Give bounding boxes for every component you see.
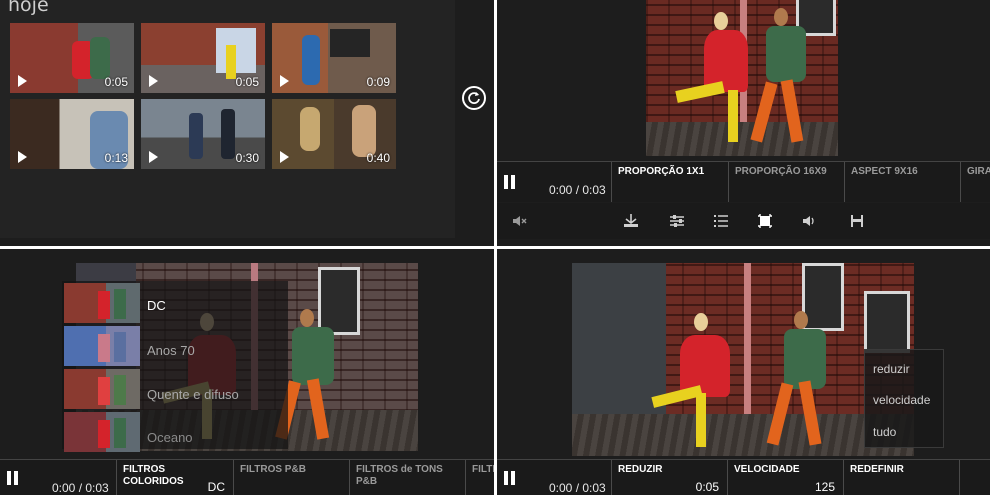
video-duration: 0:30: [235, 151, 259, 165]
playback-time: 0:00 / 0:03: [52, 481, 109, 495]
pause-icon[interactable]: [504, 175, 515, 189]
filter-editor-panel: DC Anos 70 Quente e difuso Oceano 0:00 /…: [0, 249, 494, 495]
video-thumbnail-6[interactable]: 0:40: [272, 99, 396, 169]
play-icon: [18, 151, 27, 163]
option-label: GIRA: [967, 166, 990, 177]
save-icon[interactable]: [849, 213, 865, 229]
play-icon: [280, 75, 289, 87]
tab-speed[interactable]: VELOCIDADE 125: [727, 460, 843, 495]
menu-item-tudo[interactable]: tudo: [873, 425, 896, 439]
tab-reduce[interactable]: REDUZIR 0:05: [611, 460, 727, 495]
video-duration: 0:05: [235, 75, 259, 89]
tab-reset[interactable]: REDEFINIR: [843, 460, 959, 495]
play-icon: [280, 151, 289, 163]
filter-thumbnail[interactable]: [64, 412, 140, 452]
video-preview: [646, 0, 838, 156]
option-aspect-1x1[interactable]: PROPORÇÃO 1X1: [611, 162, 728, 202]
crop-icon[interactable]: [757, 213, 773, 229]
video-duration: 0:40: [366, 151, 390, 165]
video-thumbnail-2[interactable]: 0:05: [141, 23, 265, 93]
trim-icon[interactable]: [623, 213, 639, 229]
tab-label: FILTROS P&B: [240, 464, 306, 475]
speed-editor-panel: reduzir velocidade tudo 0:00 / 0:03 REDU…: [497, 249, 990, 495]
filter-item-quente-e-difuso[interactable]: Quente e difuso: [147, 387, 239, 402]
video-thumbnail-3[interactable]: 0:09: [272, 23, 396, 93]
tab-label: VELOCIDADE: [734, 464, 800, 475]
playback-bar: 0:00 / 0:03 REDUZIR 0:05 VELOCIDADE 125 …: [497, 459, 990, 495]
tab-label: FILTROS de TONS P&B: [356, 464, 443, 487]
video-thumbnail-4[interactable]: 0:13: [10, 99, 134, 169]
aspect-editor-panel: 0:00 / 0:03 PROPORÇÃO 1X1 PROPORÇÃO 16X9…: [497, 0, 990, 246]
filter-item-anos-70[interactable]: Anos 70: [147, 343, 195, 358]
pause-icon[interactable]: [7, 471, 18, 485]
tab-label: REDUZIR: [618, 464, 663, 475]
pause-icon[interactable]: [504, 471, 515, 485]
option-label: ASPECT 9X16: [851, 166, 918, 177]
filter-item-dc[interactable]: DC: [147, 298, 166, 313]
tab-more-filters[interactable]: FILTR: [465, 460, 494, 495]
video-gallery-panel: hoje 0:05 0:05 0:09 0:13 0:30 0:40: [0, 0, 494, 246]
refresh-icon[interactable]: [462, 86, 486, 110]
tab-bw-filters[interactable]: FILTROS P&B: [233, 460, 349, 495]
video-duration: 0:13: [104, 151, 128, 165]
video-preview: [572, 263, 914, 456]
volume-icon[interactable]: [801, 213, 817, 229]
filter-thumbnail[interactable]: [64, 326, 140, 366]
option-aspect-9x16[interactable]: ASPECT 9X16: [844, 162, 960, 202]
list-icon[interactable]: [713, 213, 729, 229]
tab-value: DC: [207, 480, 225, 494]
playback-bar: 0:00 / 0:03 FILTROS COLORIDOS DC FILTROS…: [0, 459, 494, 495]
video-duration: 0:09: [366, 75, 390, 89]
filter-thumbnail[interactable]: [64, 283, 140, 323]
menu-item-reduzir[interactable]: reduzir: [873, 362, 910, 376]
tab-value: 0:05: [695, 480, 719, 494]
tab-label: REDEFINIR: [850, 464, 904, 475]
edit-toolbar: [497, 203, 990, 239]
tab-bw-tone-filters[interactable]: FILTROS de TONS P&B: [349, 460, 465, 495]
tab-label: FILTR: [472, 464, 494, 475]
video-thumbnail-5[interactable]: 0:30: [141, 99, 265, 169]
play-icon: [149, 75, 158, 87]
option-label: PROPORÇÃO 16X9: [735, 166, 827, 177]
filter-item-oceano[interactable]: Oceano: [147, 430, 193, 445]
video-thumbnail-1[interactable]: 0:05: [10, 23, 134, 93]
play-icon: [149, 151, 158, 163]
tab-color-filters[interactable]: FILTROS COLORIDOS DC: [116, 460, 233, 495]
menu-item-velocidade[interactable]: velocidade: [873, 393, 930, 407]
video-duration: 0:05: [104, 75, 128, 89]
playback-time: 0:00 / 0:03: [549, 183, 606, 197]
tab-value: 125: [814, 480, 835, 494]
color-filter-list: DC Anos 70 Quente e difuso Oceano: [62, 281, 288, 452]
option-label: PROPORÇÃO 1X1: [618, 166, 705, 177]
play-icon: [18, 75, 27, 87]
playback-bar: 0:00 / 0:03 PROPORÇÃO 1X1 PROPORÇÃO 16X9…: [497, 161, 990, 202]
mute-icon[interactable]: [511, 213, 527, 229]
option-aspect-16x9[interactable]: PROPORÇÃO 16X9: [728, 162, 844, 202]
gallery-date-heading: hoje: [8, 0, 49, 16]
tab-more[interactable]: [959, 460, 990, 495]
playback-time: 0:00 / 0:03: [549, 481, 606, 495]
option-rotate[interactable]: GIRA: [960, 162, 990, 202]
adjust-icon[interactable]: [669, 213, 685, 229]
filter-thumbnail[interactable]: [64, 369, 140, 409]
speed-menu: reduzir velocidade tudo: [864, 349, 944, 448]
